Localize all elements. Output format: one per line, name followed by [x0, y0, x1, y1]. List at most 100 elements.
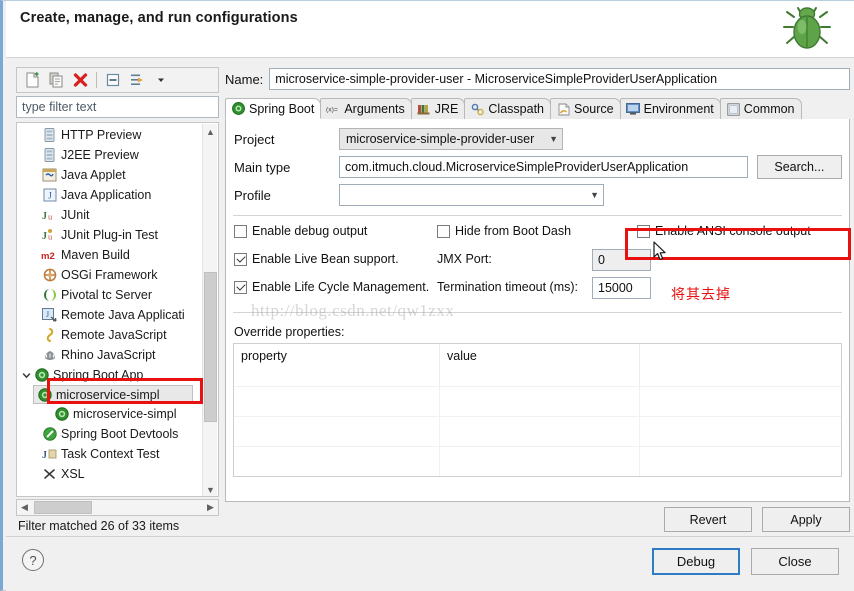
tree-item-java-application[interactable]: J Java Application: [17, 185, 203, 205]
horizontal-scroll-thumb[interactable]: [34, 501, 92, 514]
project-row: Project microservice-simple-provider-use…: [234, 127, 834, 151]
search-button[interactable]: Search...: [756, 155, 842, 179]
tab-label: JRE: [434, 102, 459, 116]
apply-button[interactable]: Apply: [762, 507, 850, 532]
annotation-note: 将其去掉: [671, 287, 731, 303]
dialog-header: Create, manage, and run configurations: [6, 1, 854, 58]
configuration-name-input[interactable]: microservice-simple-provider-user - Micr…: [269, 68, 850, 90]
help-icon[interactable]: ?: [22, 549, 44, 571]
delete-icon[interactable]: [69, 70, 91, 91]
enable-debug-output-checkbox[interactable]: [234, 224, 247, 238]
table-row[interactable]: [234, 416, 841, 446]
main-type-label: Main type: [234, 159, 291, 175]
enable-ansi-console-output-checkbox[interactable]: [637, 224, 650, 238]
jmx-port-input[interactable]: 0: [592, 249, 651, 271]
main-type-input[interactable]: com.itmuch.cloud.MicroserviceSimpleProvi…: [339, 156, 748, 178]
enable-debug-output-row[interactable]: Enable debug output: [234, 224, 367, 238]
tab-spring-boot[interactable]: Spring Boot: [225, 98, 322, 119]
tree-item-remote-java-applicati[interactable]: J Remote Java Applicati: [17, 305, 203, 325]
tree-item-label: Task Context Test: [61, 447, 160, 461]
jre-icon: [417, 102, 432, 116]
override-properties-table[interactable]: property value: [233, 343, 842, 477]
collapse-all-icon[interactable]: [102, 70, 124, 91]
tab-source[interactable]: Source: [550, 98, 621, 119]
enable-ansi-console-output-row[interactable]: Enable ANSI console output: [637, 224, 811, 238]
tree-item-spring-boot-app[interactable]: Spring Boot App: [17, 365, 203, 385]
twisty-expanded-icon[interactable]: [19, 368, 33, 382]
tree-item-rhino-javascript[interactable]: Rhino JavaScript: [17, 345, 203, 365]
tree-item-microservice-simpl[interactable]: microservice-simpl: [17, 404, 203, 424]
tree-vertical-scrollbar[interactable]: ▲ ▼: [202, 124, 218, 496]
table-cell: [640, 447, 841, 476]
tab-classpath[interactable]: Classpath: [464, 98, 551, 119]
tab-label: Classpath: [488, 102, 544, 116]
scroll-left-icon[interactable]: ◀: [17, 500, 32, 515]
tree-item-label: OSGi Framework: [61, 268, 158, 282]
debug-button[interactable]: Debug: [652, 548, 740, 575]
tree-item-java-applet[interactable]: Java Applet: [17, 165, 203, 185]
spring-boot-icon: [231, 102, 246, 116]
enable-life-cycle-management-checkbox[interactable]: [234, 280, 247, 294]
enable-live-bean-support-row[interactable]: Enable Live Bean support.: [234, 252, 399, 266]
scroll-up-icon[interactable]: ▲: [203, 124, 218, 139]
common-icon: [726, 102, 741, 116]
tree-horizontal-scrollbar[interactable]: ◀ ▶: [16, 499, 219, 516]
tree-item-label: Pivotal tc Server: [61, 288, 153, 302]
column-header-value[interactable]: value: [440, 344, 640, 386]
tab-common[interactable]: Common: [719, 98, 802, 119]
chevron-down-icon[interactable]: [150, 70, 172, 91]
column-header-property[interactable]: property: [234, 344, 440, 386]
hide-from-boot-dash-row[interactable]: Hide from Boot Dash: [437, 224, 571, 238]
tab-jre[interactable]: JRE: [410, 98, 466, 119]
termination-timeout-input[interactable]: 15000: [592, 277, 651, 299]
duplicate-icon[interactable]: [45, 70, 67, 91]
tree-item-label: Java Applet: [61, 168, 126, 182]
enable-live-bean-support-checkbox[interactable]: [234, 252, 247, 266]
table-row[interactable]: [234, 386, 841, 416]
enable-life-cycle-management-row[interactable]: Enable Life Cycle Management.: [234, 280, 429, 294]
tree-item-maven-build[interactable]: m2 Maven Build: [17, 245, 203, 265]
tab-arguments[interactable]: (x)= Arguments: [320, 98, 412, 119]
tab-environment[interactable]: Environment: [619, 98, 721, 119]
search-input[interactable]: type filter text: [16, 96, 219, 118]
tree-item-xsl[interactable]: XSL: [17, 464, 203, 484]
vertical-scroll-thumb[interactable]: [204, 272, 217, 422]
profile-select[interactable]: ▼: [339, 184, 604, 206]
table-row[interactable]: [234, 446, 841, 476]
tree-item-junit-plug-in-test[interactable]: Ju JUnit Plug-in Test: [17, 225, 203, 245]
tree-item-junit[interactable]: Ju JUnit: [17, 205, 203, 225]
new-configuration-icon[interactable]: [21, 70, 43, 91]
jmx-port-label: JMX Port:: [437, 252, 492, 266]
tree-item-j2ee-preview[interactable]: J2EE Preview: [17, 145, 203, 165]
scroll-down-icon[interactable]: ▼: [203, 482, 218, 496]
close-button[interactable]: Close: [751, 548, 839, 575]
tree-item-label: Java Application: [61, 188, 152, 202]
filter-icon[interactable]: [126, 70, 148, 91]
bug-icon: [780, 3, 834, 55]
column-header-extra[interactable]: [640, 344, 841, 386]
tree-item-label: JUnit Plug-in Test: [61, 228, 159, 242]
name-label: Name:: [225, 71, 264, 87]
tree-item-osgi-framework[interactable]: OSGi Framework: [17, 265, 203, 285]
project-select[interactable]: microservice-simple-provider-user ▼: [339, 128, 563, 150]
tree-item-pivotal-tc-server[interactable]: Pivotal tc Server: [17, 285, 203, 305]
table-cell: [440, 447, 640, 476]
revert-button[interactable]: Revert: [664, 507, 752, 532]
scroll-right-icon[interactable]: ▶: [203, 500, 218, 515]
chevron-down-icon: ▼: [590, 190, 599, 200]
tree-item-task-context-test[interactable]: J Task Context Test: [17, 444, 203, 464]
hide-from-boot-dash-checkbox[interactable]: [437, 224, 450, 238]
name-row: Name: microservice-simple-provider-user …: [225, 67, 850, 91]
enable-ansi-console-output-label: Enable ANSI console output: [655, 224, 811, 238]
configurations-tree[interactable]: HTTP Preview J2EE Preview Java Applet J Java…: [16, 122, 219, 497]
tree-item-remote-javascript[interactable]: Remote JavaScript: [17, 325, 203, 345]
tree-item-microservice-simpl[interactable]: microservice-simpl: [33, 385, 193, 404]
tree-item-spring-boot-devtools[interactable]: Spring Boot Devtools: [17, 424, 203, 444]
table-cell: [234, 417, 440, 446]
tree-item-http-preview[interactable]: HTTP Preview: [17, 125, 203, 145]
